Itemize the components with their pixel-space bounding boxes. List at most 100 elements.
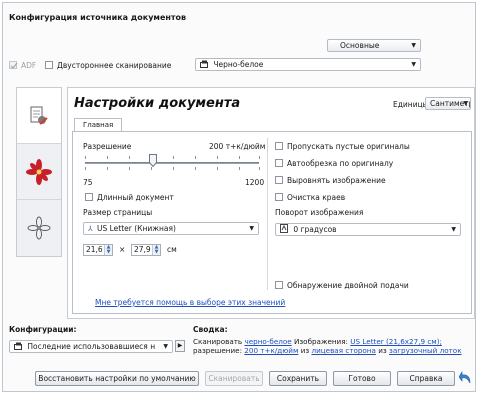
page-size-dropdown[interactable]: ⅄ US Letter (Книжная) ▼ [83, 222, 259, 235]
red-flower-icon [26, 158, 52, 185]
configuration-value: Последние использовавшиеся н [27, 342, 156, 351]
slider-tick [85, 156, 86, 159]
summary-images-label: Изображения: [293, 337, 348, 346]
slider-tick [239, 167, 240, 170]
summary-scan-label: Сканировать [193, 337, 243, 346]
slider-tick [195, 156, 196, 159]
scan-button[interactable]: Сканировать [205, 371, 263, 386]
color-mode-value: Черно-белое [213, 60, 264, 69]
edge-cleanup-label: Очистка краев [287, 193, 346, 202]
spin-arrows-icon[interactable]: ▲ ▼ [152, 245, 160, 255]
done-button[interactable]: Готово [333, 371, 391, 386]
scanner-icon [14, 342, 22, 350]
duplex-checkbox[interactable] [45, 61, 53, 69]
page-icon: ⅄ [88, 224, 93, 233]
adf-checkbox[interactable] [9, 61, 18, 69]
summary-text: Сканировать черно-белое Изображения: US … [193, 337, 462, 355]
configuration-arrow-button[interactable]: ▶ [175, 340, 185, 352]
slider-tick [195, 167, 196, 170]
double-feed-label: Обнаружение двойной подачи [287, 281, 409, 290]
checkmark-icon [10, 62, 18, 69]
edge-cleanup-checkbox[interactable] [275, 193, 283, 201]
summary-resolution-link[interactable]: 200 т+к/дюйм [244, 346, 298, 355]
tab-main[interactable]: Главная [74, 118, 123, 132]
slider-track [85, 162, 259, 164]
summary-from-label: из [300, 346, 310, 355]
chevron-down-icon: ▼ [411, 61, 416, 68]
document-settings-icon [30, 106, 48, 125]
skip-blank-checkbox[interactable] [275, 142, 283, 150]
auto-crop-checkbox[interactable] [275, 159, 283, 167]
slider-tick [129, 156, 130, 159]
sketch-flower-icon [27, 216, 51, 240]
units-label: Единицы [393, 100, 429, 109]
rotate-page-icon [280, 224, 288, 233]
auto-crop-label: Автообрезка по оригиналу [287, 159, 394, 168]
skip-blank-label: Пропускать пустые оригиналы [287, 142, 410, 151]
chevron-down-icon: ▼ [249, 225, 254, 232]
tab-body: Разрешение 200 т+к/дюйм 75 1200 Длинный … [72, 131, 472, 314]
chevron-down-icon: ▼ [411, 42, 416, 49]
back-arrow-icon[interactable] [459, 370, 473, 386]
page-width-stepper[interactable]: 21,6 ▲ ▼ [83, 244, 113, 256]
mode-dropdown[interactable]: Основные ▼ [327, 39, 421, 52]
resolution-min: 75 [83, 178, 93, 187]
duplex-label: Двустороннее сканирование [57, 61, 172, 70]
page-size-value: US Letter (Книжная) [96, 224, 176, 233]
chevron-down-icon: ▼ [463, 100, 468, 107]
settings-sidebar [16, 87, 62, 257]
page-size-label: Размер страницы [83, 208, 153, 217]
color-mode-icon [200, 60, 208, 68]
chevron-down-icon: ▼ [451, 226, 456, 233]
long-document-checkbox[interactable] [85, 193, 93, 201]
page-height-stepper[interactable]: 27,9 ▲ ▼ [131, 244, 161, 256]
restore-defaults-button[interactable]: Восстановить настройки по умолчанию [35, 371, 199, 386]
summary-label: Сводка: [193, 325, 228, 334]
slider-tick [85, 167, 86, 170]
configurations-label: Конфигурации: [9, 325, 77, 334]
slider-tick [239, 156, 240, 159]
rotation-dropdown[interactable]: 0 градусов ▼ [275, 223, 461, 236]
rotation-value: 0 градусов [293, 225, 337, 234]
mode-dropdown-value: Основные [340, 41, 380, 50]
document-settings-panel: Настройки документа Единицы Сантиметры ▼… [67, 87, 475, 319]
color-mode-dropdown[interactable]: Черно-белое ▼ [195, 58, 421, 71]
configuration-dropdown[interactable]: Последние использовавшиеся н ▼ [9, 340, 173, 353]
sidebar-tab-image-settings[interactable] [17, 144, 61, 200]
slider-tick [217, 156, 218, 159]
slider-tick [129, 167, 130, 170]
summary-tray-link[interactable]: загрузочный лоток [389, 346, 462, 355]
units-dropdown[interactable]: Сантиметры ▼ [425, 97, 471, 110]
times-sign: × [119, 245, 126, 254]
summary-side-link[interactable]: лицевая сторона [311, 346, 375, 355]
sidebar-tab-advanced-settings[interactable] [17, 200, 61, 256]
resolution-max: 1200 [245, 178, 265, 187]
sidebar-tab-document-settings[interactable] [17, 88, 61, 144]
slider-tick [259, 167, 260, 170]
panel-title: Настройки документа [74, 96, 241, 111]
save-button[interactable]: Сохранить [269, 371, 327, 386]
slider-tick [173, 167, 174, 170]
rotation-label: Поворот изображения [275, 208, 364, 217]
unit-cm: см [167, 245, 177, 254]
window-title: Конфигурация источника документов [9, 13, 187, 22]
chevron-down-icon: ▼ [163, 343, 168, 350]
page-width-value: 21,6 [86, 245, 103, 254]
slider-thumb[interactable] [149, 154, 157, 167]
long-document-label: Длинный документ [97, 193, 174, 202]
summary-page-size-link[interactable]: US Letter (21,6х27,9 см); [350, 337, 442, 346]
summary-color-link[interactable]: черно-белое [244, 337, 291, 346]
spin-arrows-icon[interactable]: ▲ ▼ [104, 245, 112, 255]
deskew-checkbox[interactable] [275, 176, 283, 184]
double-feed-checkbox[interactable] [275, 281, 283, 289]
slider-tick [217, 167, 218, 170]
help-link[interactable]: Мне требуется помощь в выборе этих значе… [95, 298, 285, 307]
help-button[interactable]: Справка [397, 371, 455, 386]
slider-tick [107, 167, 108, 170]
slider-tick [151, 167, 152, 170]
scan-config-window: Конфигурация источника документов Основн… [2, 2, 476, 392]
resolution-label: Разрешение [83, 142, 132, 151]
deskew-label: Выровнять изображение [287, 176, 386, 185]
slider-tick [173, 156, 174, 159]
slider-tick [107, 156, 108, 159]
